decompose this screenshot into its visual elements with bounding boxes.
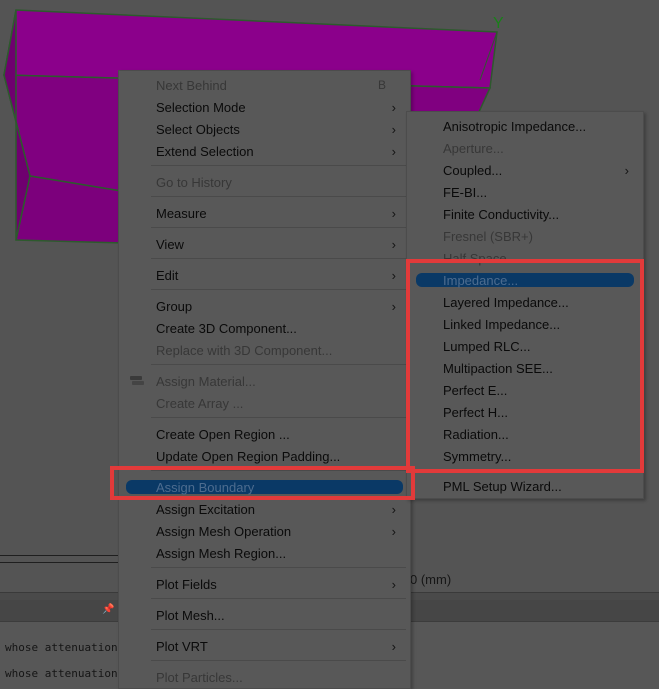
- menu-item-next-behind[interactable]: Next Behind B: [119, 74, 410, 96]
- chevron-right-icon: ›: [391, 143, 396, 159]
- menu-item-plot-vrt[interactable]: Plot VRT ›: [119, 635, 410, 657]
- ruler-line: [0, 555, 120, 556]
- menu-separator: [151, 629, 406, 630]
- submenu-item-fresnel-sbr[interactable]: Fresnel (SBR+): [407, 225, 643, 247]
- submenu-item-layered-impedance[interactable]: Layered Impedance...: [407, 291, 643, 313]
- menu-separator: [151, 417, 406, 418]
- units-label: 0 (mm): [410, 572, 452, 587]
- ruler-line: [0, 562, 120, 563]
- menu-separator: [151, 258, 406, 259]
- menu-item-select-objects[interactable]: Select Objects ›: [119, 118, 410, 140]
- menu-separator: [151, 567, 406, 568]
- submenu-item-finite-conductivity[interactable]: Finite Conductivity...: [407, 203, 643, 225]
- submenu-item-fe-bi[interactable]: FE-BI...: [407, 181, 643, 203]
- submenu-item-multipaction-see[interactable]: Multipaction SEE...: [407, 357, 643, 379]
- menu-item-selection-mode[interactable]: Selection Mode ›: [119, 96, 410, 118]
- menu-separator: [151, 364, 406, 365]
- menu-item-create-3d-component[interactable]: Create 3D Component...: [119, 317, 410, 339]
- chevron-right-icon: ›: [391, 576, 396, 592]
- menu-separator: [151, 598, 406, 599]
- menu-separator: [151, 660, 406, 661]
- chevron-right-icon: ›: [391, 638, 396, 654]
- menu-item-assign-mesh-operation[interactable]: Assign Mesh Operation ›: [119, 520, 410, 542]
- chevron-right-icon: ›: [391, 99, 396, 115]
- submenu-item-symmetry[interactable]: Symmetry...: [407, 445, 643, 467]
- menu-item-update-open-region-padding[interactable]: Update Open Region Padding...: [119, 445, 410, 467]
- submenu-item-coupled[interactable]: Coupled... ›: [407, 159, 643, 181]
- menu-separator: [151, 470, 406, 471]
- menu-item-edit[interactable]: Edit ›: [119, 264, 410, 286]
- chevron-right-icon: ›: [391, 236, 396, 252]
- menu-item-assign-excitation[interactable]: Assign Excitation ›: [119, 498, 410, 520]
- menu-item-plot-fields[interactable]: Plot Fields ›: [119, 573, 410, 595]
- menu-item-extend-selection[interactable]: Extend Selection ›: [119, 140, 410, 162]
- chevron-right-icon: ›: [391, 298, 396, 314]
- menu-separator: [413, 470, 639, 471]
- submenu-item-impedance[interactable]: Impedance...: [407, 269, 643, 291]
- menu-item-group[interactable]: Group ›: [119, 295, 410, 317]
- menu-item-plot-mesh[interactable]: Plot Mesh...: [119, 604, 410, 626]
- submenu-item-aperture[interactable]: Aperture...: [407, 137, 643, 159]
- submenu-item-linked-impedance[interactable]: Linked Impedance...: [407, 313, 643, 335]
- menu-item-replace-with-3d-component[interactable]: Replace with 3D Component...: [119, 339, 410, 361]
- submenu-item-radiation[interactable]: Radiation...: [407, 423, 643, 445]
- submenu-item-perfect-h[interactable]: Perfect H...: [407, 401, 643, 423]
- menu-item-create-open-region[interactable]: Create Open Region ...: [119, 423, 410, 445]
- menu-item-go-to-history[interactable]: Go to History: [119, 171, 410, 193]
- message-line: whose attenuation: [5, 667, 118, 680]
- menu-separator: [151, 289, 406, 290]
- submenu-item-half-space[interactable]: Half Space: [407, 247, 643, 269]
- message-line: whose attenuation: [5, 641, 118, 654]
- chevron-right-icon: ›: [391, 205, 396, 221]
- material-icon: [130, 376, 144, 385]
- boundary-submenu: Anisotropic Impedance... Aperture... Cou…: [406, 111, 644, 499]
- menu-item-view[interactable]: View ›: [119, 233, 410, 255]
- shortcut-label: B: [377, 78, 386, 92]
- submenu-item-perfect-e[interactable]: Perfect E...: [407, 379, 643, 401]
- menu-separator: [151, 196, 406, 197]
- chevron-right-icon: ›: [624, 162, 629, 178]
- chevron-right-icon: ›: [391, 523, 396, 539]
- chevron-right-icon: ›: [391, 501, 396, 517]
- menu-item-assign-mesh-region[interactable]: Assign Mesh Region...: [119, 542, 410, 564]
- submenu-item-pml-setup-wizard[interactable]: PML Setup Wizard...: [407, 475, 643, 497]
- menu-separator: [151, 165, 406, 166]
- menu-item-assign-material[interactable]: Assign Material...: [119, 370, 410, 392]
- submenu-item-anisotropic-impedance[interactable]: Anisotropic Impedance...: [407, 115, 643, 137]
- pin-icon[interactable]: 📌: [102, 604, 114, 615]
- y-axis-label: Y: [493, 15, 504, 32]
- context-menu: Next Behind B Selection Mode › Select Ob…: [118, 70, 411, 689]
- menu-item-measure[interactable]: Measure ›: [119, 202, 410, 224]
- menu-item-assign-boundary[interactable]: Assign Boundary: [119, 476, 410, 498]
- menu-separator: [151, 227, 406, 228]
- chevron-right-icon: ›: [391, 121, 396, 137]
- chevron-right-icon: ›: [391, 267, 396, 283]
- submenu-item-lumped-rlc[interactable]: Lumped RLC...: [407, 335, 643, 357]
- menu-item-plot-particles[interactable]: Plot Particles...: [119, 666, 410, 688]
- menu-item-create-array[interactable]: Create Array ...: [119, 392, 410, 414]
